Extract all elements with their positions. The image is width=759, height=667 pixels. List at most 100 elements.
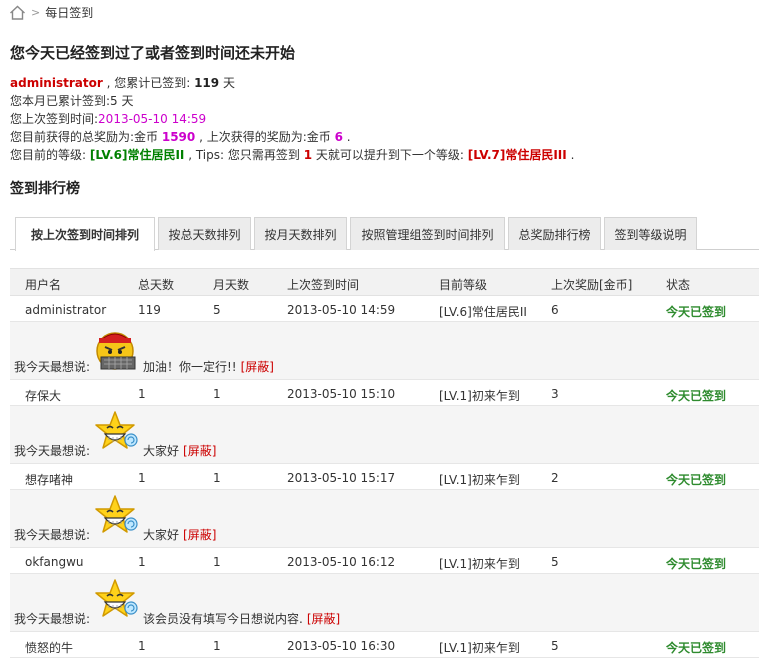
row-message: 我今天最想说: 大家好 [屏蔽] bbox=[10, 490, 759, 548]
summary-reward-mid: , 上次获得的奖励为:金币 bbox=[195, 130, 335, 144]
summary-month-line: 您本月已累计签到:5 天 bbox=[10, 92, 134, 110]
row-month: 1 bbox=[213, 471, 221, 485]
row-total: 1 bbox=[138, 387, 146, 401]
row-user[interactable]: 愤怒的牛 bbox=[25, 639, 73, 656]
row-status: 今天已签到 bbox=[666, 389, 727, 403]
row-user[interactable]: 想存啫神 bbox=[25, 471, 73, 488]
table-header: 用户名 总天数 月天数 上次签到时间 目前等级 上次奖励[金币] 状态 bbox=[10, 268, 759, 296]
rank-tabs: 按上次签到时间排列 按总天数排列 按月天数排列 按照管理组签到时间排列 总奖励排… bbox=[10, 217, 759, 251]
summary-reward-last: 6 bbox=[334, 130, 343, 144]
row-month: 5 bbox=[213, 303, 221, 317]
row-message: 我今天最想说: 该会员没有填写今日想说内容. [屏蔽] bbox=[10, 574, 759, 632]
message-label: 我今天最想说: bbox=[14, 612, 91, 626]
row-level: [LV.1]初来乍到 bbox=[439, 389, 520, 403]
summary-reward-end: . bbox=[342, 130, 351, 144]
row-month: 1 bbox=[213, 555, 221, 569]
row-user[interactable]: 存保大 bbox=[25, 387, 61, 404]
row-status: 今天已签到 bbox=[666, 305, 727, 319]
home-icon[interactable] bbox=[9, 5, 26, 20]
message-text: 加油！你一定行!! bbox=[143, 360, 237, 374]
summary-total-prefix: , 您累计已签到: bbox=[102, 76, 195, 90]
happy-star-face-icon bbox=[95, 495, 138, 533]
header-user: 用户名 bbox=[25, 278, 62, 292]
summary-level-end: . bbox=[566, 148, 575, 162]
row-total: 1 bbox=[138, 555, 146, 569]
summary-level-next: [LV.7]常住居民III bbox=[467, 148, 567, 162]
summary-level-current: [LV.6]常住居民II bbox=[89, 148, 185, 162]
angry-face-icon bbox=[96, 332, 136, 370]
hide-link[interactable]: [屏蔽] bbox=[183, 528, 216, 542]
summary-last-prefix: 您上次签到时间: bbox=[10, 112, 99, 126]
row-time: 2013-05-10 16:30 bbox=[287, 639, 396, 653]
table-row: 存保大 1 1 2013-05-10 15:10 [LV.1]初来乍到 3 今天… bbox=[10, 380, 759, 406]
table-row: okfangwu 1 1 2013-05-10 16:12 [LV.1]初来乍到… bbox=[10, 548, 759, 574]
message-text-wrap: 大家好 [屏蔽] bbox=[143, 526, 216, 543]
hide-link[interactable]: [屏蔽] bbox=[183, 444, 216, 458]
summary-level-need-days: 1 bbox=[303, 148, 313, 162]
row-total: 1 bbox=[138, 471, 146, 485]
row-month: 1 bbox=[213, 639, 221, 653]
row-time: 2013-05-10 15:17 bbox=[287, 471, 396, 485]
tab-level-info[interactable]: 签到等级说明 bbox=[604, 217, 697, 250]
summary-last-time: 2013-05-10 14:59 bbox=[98, 112, 207, 126]
table-row: administrator 119 5 2013-05-10 14:59 [LV… bbox=[10, 296, 759, 322]
message-label: 我今天最想说: bbox=[14, 360, 91, 374]
header-level: 目前等级 bbox=[439, 278, 488, 292]
breadcrumb-current[interactable]: 每日签到 bbox=[45, 4, 93, 21]
summary-level-line: 您目前的等级: [LV.6]常住居民II , Tips: 您只需再签到 1 天就… bbox=[10, 146, 574, 164]
summary-username[interactable]: administrator bbox=[10, 76, 103, 90]
summary-month-unit: 天 bbox=[117, 94, 134, 108]
row-status: 今天已签到 bbox=[666, 473, 727, 487]
row-total: 119 bbox=[138, 303, 161, 317]
summary-level-mid1: , Tips: 您只需再签到 bbox=[184, 148, 304, 162]
page-title: 您今天已经签到过了或者签到时间还未开始 bbox=[10, 44, 296, 62]
hide-link[interactable]: [屏蔽] bbox=[241, 360, 274, 374]
header-status: 状态 bbox=[666, 278, 691, 292]
header-time: 上次签到时间 bbox=[287, 278, 360, 292]
row-reward: 6 bbox=[551, 303, 559, 317]
table-row: 愤怒的牛 1 1 2013-05-10 16:30 [LV.1]初来乍到 5 今… bbox=[10, 632, 759, 658]
message-text: 大家好 bbox=[143, 444, 180, 458]
happy-star-face-icon bbox=[95, 411, 138, 449]
row-status: 今天已签到 bbox=[666, 557, 727, 571]
message-text: 该会员没有填写今日想说内容. bbox=[143, 612, 303, 626]
message-text-wrap: 该会员没有填写今日想说内容. [屏蔽] bbox=[143, 610, 340, 627]
row-month: 1 bbox=[213, 387, 221, 401]
row-time: 2013-05-10 16:12 bbox=[287, 555, 396, 569]
row-user[interactable]: okfangwu bbox=[25, 555, 84, 569]
summary-reward-total: 1590 bbox=[161, 130, 196, 144]
summary-reward-prefix: 您目前获得的总奖励为:金币 bbox=[10, 130, 162, 144]
tab-last-time[interactable]: 按上次签到时间排列 bbox=[15, 217, 155, 251]
message-text: 大家好 bbox=[143, 528, 180, 542]
summary-reward-line: 您目前获得的总奖励为:金币 1590 , 上次获得的奖励为:金币 6 . bbox=[10, 128, 351, 146]
summary-total-line: administrator , 您累计已签到: 119 天 bbox=[10, 74, 235, 92]
happy-star-face-icon bbox=[95, 579, 138, 617]
row-reward: 5 bbox=[551, 555, 559, 569]
header-total: 总天数 bbox=[138, 278, 175, 292]
tab-admin-group[interactable]: 按照管理组签到时间排列 bbox=[350, 217, 505, 250]
tab-month-days[interactable]: 按月天数排列 bbox=[254, 217, 347, 250]
header-reward: 上次奖励[金币] bbox=[551, 278, 633, 292]
summary-last-line: 您上次签到时间:2013-05-10 14:59 bbox=[10, 110, 206, 128]
row-level: [LV.1]初来乍到 bbox=[439, 557, 520, 571]
summary-month-days: 5 bbox=[110, 94, 118, 108]
message-text-wrap: 大家好 [屏蔽] bbox=[143, 442, 216, 459]
summary-month-prefix: 您本月已累计签到: bbox=[10, 94, 111, 108]
row-time: 2013-05-10 15:10 bbox=[287, 387, 396, 401]
header-month: 月天数 bbox=[213, 278, 250, 292]
breadcrumb: > 每日签到 bbox=[9, 3, 93, 21]
row-reward: 2 bbox=[551, 471, 559, 485]
row-total: 1 bbox=[138, 639, 146, 653]
table-row: 想存啫神 1 1 2013-05-10 15:17 [LV.1]初来乍到 2 今… bbox=[10, 464, 759, 490]
row-user[interactable]: administrator bbox=[25, 303, 106, 317]
hide-link[interactable]: [屏蔽] bbox=[307, 612, 340, 626]
row-message: 我今天最想说: 大家好 [屏蔽] bbox=[10, 406, 759, 464]
row-reward: 5 bbox=[551, 639, 559, 653]
row-message: 我今天最想说: 加油！你一定行!! [屏蔽] bbox=[10, 322, 759, 380]
summary-level-prefix: 您目前的等级: bbox=[10, 148, 90, 162]
message-label: 我今天最想说: bbox=[14, 528, 91, 542]
tab-reward-rank[interactable]: 总奖励排行榜 bbox=[508, 217, 601, 250]
summary-total-days: 119 bbox=[194, 76, 220, 90]
tab-total-days[interactable]: 按总天数排列 bbox=[158, 217, 251, 250]
row-reward: 3 bbox=[551, 387, 559, 401]
